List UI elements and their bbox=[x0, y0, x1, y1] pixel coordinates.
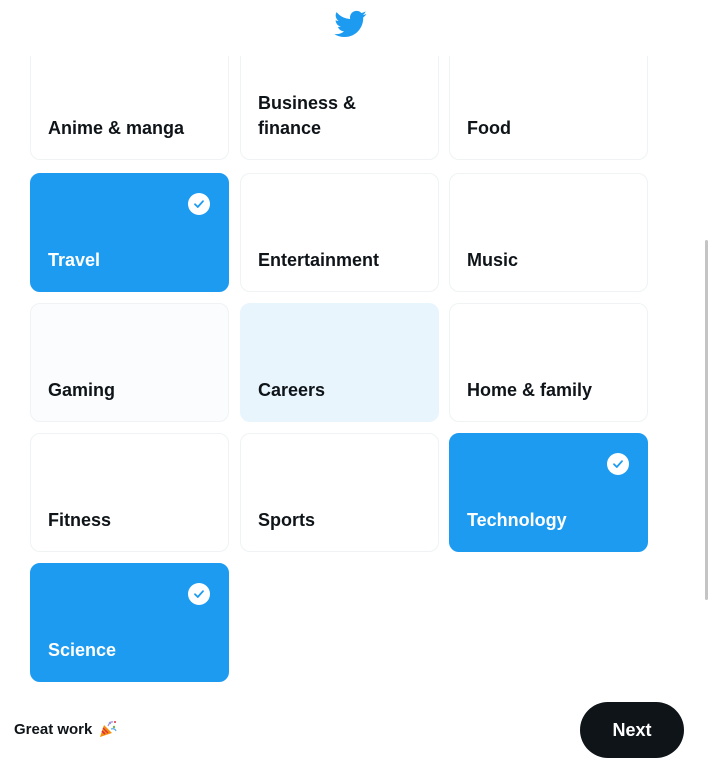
topic-label: Entertainment bbox=[258, 250, 380, 270]
topic-label: Sports bbox=[258, 510, 316, 530]
status-message: Great work bbox=[14, 719, 118, 739]
topic-card-fitness[interactable]: Fitness bbox=[30, 433, 229, 552]
topic-card-business-finance[interactable]: Business & finance bbox=[240, 56, 439, 160]
topics-grid: Anime & manga Business & finance Food Tr… bbox=[0, 56, 708, 688]
topic-card-science[interactable]: Science bbox=[30, 563, 229, 682]
checkmark-icon bbox=[188, 583, 210, 605]
topic-card-careers[interactable]: Careers bbox=[240, 303, 439, 422]
checkmark-icon bbox=[607, 453, 629, 475]
topic-card-travel[interactable]: Travel bbox=[30, 173, 229, 292]
topic-card-anime-manga[interactable]: Anime & manga bbox=[30, 56, 229, 160]
topic-label: Anime & manga bbox=[48, 118, 185, 138]
topic-card-food[interactable]: Food bbox=[449, 56, 648, 160]
topic-card-technology[interactable]: Technology bbox=[449, 433, 648, 552]
header bbox=[0, 0, 708, 56]
next-button[interactable]: Next bbox=[580, 702, 684, 758]
topic-card-sports[interactable]: Sports bbox=[240, 433, 439, 552]
topic-card-home-family[interactable]: Home & family bbox=[449, 303, 648, 422]
topic-label: Food bbox=[467, 118, 511, 138]
checkmark-icon bbox=[188, 193, 210, 215]
topic-card-entertainment[interactable]: Entertainment bbox=[240, 173, 439, 292]
topic-label: Fitness bbox=[48, 510, 112, 530]
topic-label: Technology bbox=[467, 510, 567, 530]
topic-card-music[interactable]: Music bbox=[449, 173, 648, 292]
footer: Great work Next bbox=[0, 688, 708, 782]
topic-label: Careers bbox=[258, 380, 326, 400]
topic-label: Gaming bbox=[48, 380, 116, 400]
topic-label: Science bbox=[48, 640, 117, 660]
topic-label: Home & family bbox=[467, 380, 593, 400]
topic-label: Travel bbox=[48, 250, 101, 270]
topic-card-gaming[interactable]: Gaming bbox=[30, 303, 229, 422]
twitter-bird-icon[interactable] bbox=[331, 7, 369, 41]
status-message-text: Great work bbox=[14, 720, 93, 738]
party-popper-icon bbox=[98, 719, 118, 739]
topic-label: Business & finance bbox=[258, 93, 357, 138]
topic-label: Music bbox=[467, 250, 519, 270]
